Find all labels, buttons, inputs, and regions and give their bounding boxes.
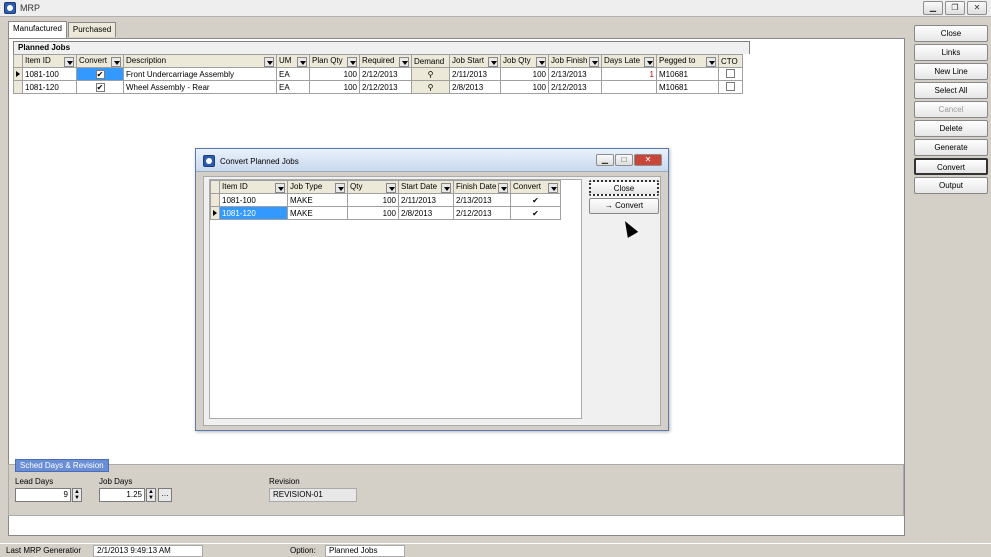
filter-dropdown-icon[interactable] [644, 56, 654, 67]
filter-dropdown-icon[interactable] [399, 56, 409, 67]
col-convert[interactable]: Convert [76, 54, 124, 68]
lead-days-label: Lead Days [15, 477, 54, 486]
last-mrp-label: Last MRP Generatior [6, 546, 81, 555]
cto-checkbox[interactable] [726, 68, 735, 78]
table-row[interactable]: 1081-100 MAKE 100 2/11/2013 2/13/2013 ✔ [210, 193, 561, 207]
convert-planned-jobs-dialog: Convert Planned Jobs ▁ □ ✕ Item ID Job T… [195, 148, 669, 431]
filter-dropdown-icon[interactable] [347, 56, 357, 67]
col-description[interactable]: Description [123, 54, 277, 68]
filter-dropdown-icon[interactable] [264, 56, 274, 67]
col-job-qty[interactable]: Job Qty [500, 54, 549, 68]
lead-days-input[interactable]: 9 [15, 488, 71, 502]
grid-title: Planned Jobs [13, 41, 750, 54]
filter-dropdown-icon[interactable] [335, 182, 345, 193]
table-row[interactable]: 1081-120 MAKE 100 2/8/2013 2/12/2013 ✔ [210, 206, 561, 220]
lead-days-spinner[interactable]: ▲ ▼ [72, 488, 82, 502]
status-bar: Last MRP Generatior 2/1/2013 9:49:13 AM … [0, 543, 991, 557]
col-pegged-to[interactable]: Pegged to [656, 54, 719, 68]
table-row[interactable]: 1081-100 ✔ Front Undercarriage Assembly … [13, 67, 743, 81]
cto-checkbox[interactable] [726, 81, 735, 91]
filter-dropdown-icon[interactable] [441, 182, 451, 193]
filter-dropdown-icon[interactable] [488, 56, 498, 67]
col-job-finish[interactable]: Job Finish [548, 54, 602, 68]
cancel-button[interactable]: Cancel [914, 101, 988, 118]
links-button[interactable]: Links [914, 44, 988, 61]
filter-dropdown-icon[interactable] [548, 182, 558, 193]
planned-jobs-grid: Item ID Convert Description UM Plan Qty … [13, 54, 743, 94]
ellipsis-button[interactable]: … [158, 488, 172, 502]
filter-dropdown-icon[interactable] [589, 56, 599, 67]
demand-search-icon[interactable]: ⚲ [411, 80, 450, 94]
generate-button[interactable]: Generate [914, 139, 988, 156]
col-job-start[interactable]: Job Start [449, 54, 501, 68]
window-title: MRP [20, 3, 40, 13]
convert-checkbox[interactable]: ✔ [95, 69, 105, 79]
revision-field: REVISION-01 [269, 488, 357, 502]
filter-dropdown-icon[interactable] [498, 182, 508, 193]
filter-dropdown-icon[interactable] [64, 56, 74, 67]
filter-dropdown-icon[interactable] [536, 56, 546, 67]
tab-manufactured[interactable]: Manufactured [8, 21, 67, 38]
dlg-col-start-date[interactable]: Start Date [398, 180, 454, 194]
option-value: Planned Jobs [325, 545, 405, 557]
job-days-spinner[interactable]: ▲ ▼ [146, 488, 156, 502]
filter-dropdown-icon[interactable] [275, 182, 285, 193]
dlg-col-job-type[interactable]: Job Type [287, 180, 348, 194]
col-um[interactable]: UM [276, 54, 310, 68]
dialog-maximize-button[interactable]: □ [615, 154, 633, 166]
dialog-close-icon[interactable]: ✕ [634, 154, 662, 166]
demand-search-icon[interactable]: ⚲ [411, 67, 450, 81]
convert-check-icon[interactable]: ✔ [510, 193, 561, 207]
sched-days-panel: Sched Days & Revision Lead Days 9 ▲ ▼ Job… [8, 459, 904, 516]
dlg-col-finish-date[interactable]: Finish Date [453, 180, 511, 194]
option-label: Option: [290, 546, 316, 555]
minimize-button[interactable]: ▁ [923, 1, 943, 15]
dlg-col-convert[interactable]: Convert [510, 180, 561, 194]
sched-tab[interactable]: Sched Days & Revision [15, 459, 109, 472]
select-all-button[interactable]: Select All [914, 82, 988, 99]
dialog-app-icon [203, 155, 215, 167]
filter-dropdown-icon[interactable] [386, 182, 396, 193]
col-required[interactable]: Required [359, 54, 412, 68]
dialog-title-bar: Convert Planned Jobs ▁ □ ✕ [196, 149, 668, 172]
filter-dropdown-icon[interactable] [297, 56, 307, 67]
restore-button[interactable]: ❐ [945, 1, 965, 15]
dialog-close-button[interactable]: Close [589, 180, 659, 196]
convert-button[interactable]: Convert [914, 158, 988, 175]
col-cto[interactable]: CTO [718, 54, 743, 68]
dialog-body: Item ID Job Type Qty Start Date Finish D… [203, 176, 661, 426]
dlg-col-item-id[interactable]: Item ID [219, 180, 288, 194]
col-days-late[interactable]: Days Late [601, 54, 657, 68]
convert-jobs-grid: Item ID Job Type Qty Start Date Finish D… [209, 179, 582, 419]
output-button[interactable]: Output [914, 177, 988, 194]
dlg-col-qty[interactable]: Qty [347, 180, 399, 194]
tab-purchased[interactable]: Purchased [67, 22, 117, 37]
revision-label: Revision [269, 477, 300, 486]
job-days-label: Job Days [99, 477, 133, 486]
row-pointer-icon [13, 67, 23, 81]
dialog-title: Convert Planned Jobs [220, 157, 299, 166]
new-line-button[interactable]: New Line [914, 63, 988, 80]
filter-dropdown-icon[interactable] [111, 56, 121, 67]
app-icon [4, 2, 16, 14]
convert-checkbox[interactable]: ✔ [95, 82, 105, 92]
col-plan-qty[interactable]: Plan Qty [309, 54, 360, 68]
action-sidebar: Close Links New Line Select All Cancel D… [914, 25, 988, 196]
col-item-id[interactable]: Item ID [22, 54, 77, 68]
row-pointer-icon [210, 206, 220, 220]
close-window-button[interactable]: ✕ [967, 1, 987, 15]
table-row[interactable]: 1081-120 ✔ Wheel Assembly - Rear EA 100 … [13, 80, 743, 94]
dialog-convert-button[interactable]: → Convert [589, 198, 659, 214]
convert-check-icon[interactable]: ✔ [510, 206, 561, 220]
filter-dropdown-icon[interactable] [706, 56, 716, 67]
col-demand[interactable]: Demand [411, 54, 450, 68]
last-mrp-value: 2/1/2013 9:49:13 AM [93, 545, 203, 557]
dialog-minimize-button[interactable]: ▁ [596, 154, 614, 166]
job-days-input[interactable]: 1.25 [99, 488, 145, 502]
close-button[interactable]: Close [914, 25, 988, 42]
title-bar: MRP ▁ ❐ ✕ [0, 0, 991, 17]
delete-button[interactable]: Delete [914, 120, 988, 137]
